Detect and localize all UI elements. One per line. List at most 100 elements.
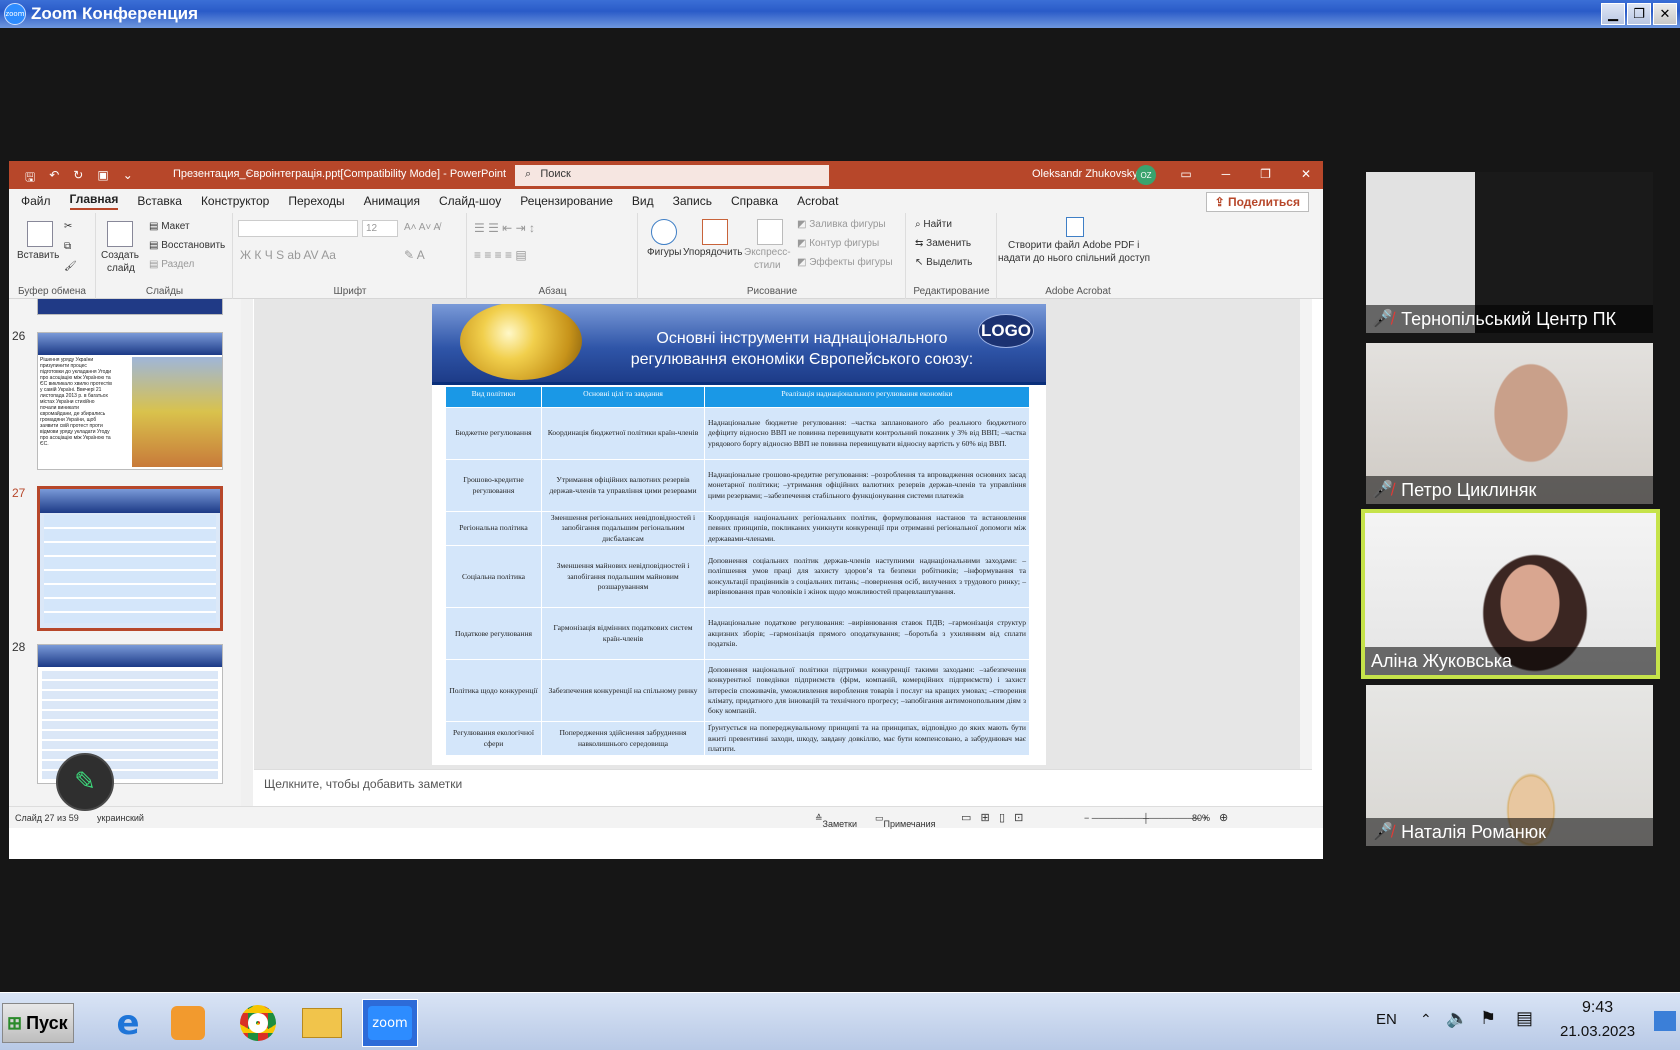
layout-button[interactable]: ▤ Макет [149,221,190,232]
tab-insert[interactable]: Вставка [137,194,182,208]
slide-title: Основні інструменти наднаціонального рег… [612,328,992,370]
restore-button[interactable]: ❐ [1627,3,1651,25]
select-button[interactable]: ↖ Выделить [915,257,972,268]
internet-explorer-icon[interactable]: e [100,999,156,1047]
font-color-icon[interactable]: ✎ A [404,248,425,262]
save-icon[interactable]: 🖫 [25,168,35,189]
start-button[interactable]: ⊞ Пуск [2,1003,74,1043]
participant-tile[interactable]: 🎤̸ Наталія Романюк [1366,685,1653,846]
taskbar: ⊞ Пуск e zoom EN ⌃ 🔈 ⚑ ▤ 9:43 21.03.2023 [0,992,1680,1050]
slide-thumbnail-26[interactable]: Рішення уряду України призупинити процес… [37,332,223,470]
file-explorer-icon[interactable] [294,999,350,1047]
zoom-taskbar-icon[interactable]: zoom [362,999,418,1047]
tab-acrobat[interactable]: Acrobat [797,194,838,208]
participant-tile[interactable]: 🎤̸ Тернопільський Центр ПК [1366,172,1653,333]
paste-button[interactable]: Вставить [17,250,59,261]
format-painter-icon[interactable]: 🖌 [64,261,77,272]
tab-transitions[interactable]: Переходы [288,194,344,208]
font-grow-icon[interactable]: A˄ A˅ A̸ [404,222,440,233]
tab-animations[interactable]: Анимация [364,194,420,208]
slide-banner: LOGO Основні інструменти наднаціональног… [432,304,1046,384]
muted-mic-icon: 🎤̸ [1372,480,1394,499]
participant-tile-active[interactable]: Аліна Жуковська [1361,509,1660,679]
table-header: Реалізація наднаціонального регулювання … [704,386,1030,408]
cut-icon[interactable]: ✂ [64,221,72,232]
search-input[interactable]: ⌕ Поиск [515,165,829,186]
find-button[interactable]: ⌕ Найти [915,219,952,230]
network-icon[interactable]: ▤ [1516,1008,1533,1029]
comments-button[interactable]: ▭ Примечания [875,813,935,829]
tab-help[interactable]: Справка [731,194,778,208]
tab-review[interactable]: Рецензирование [520,194,613,208]
redo-icon[interactable]: ↻ [73,168,83,189]
globe-image [460,304,582,380]
zoom-slider[interactable]: − ────────┼──────── + [1084,813,1208,823]
create-pdf-button[interactable]: Створити файл Adobe PDF і [1008,240,1139,251]
language-indicator[interactable]: украинский [97,813,144,823]
clock-date[interactable]: 21.03.2023 [1560,1023,1635,1040]
tab-design[interactable]: Конструктор [201,194,269,208]
media-player-icon[interactable] [160,999,216,1047]
tab-file[interactable]: Файл [21,194,51,208]
action-center-flag-icon[interactable]: ⚑ [1480,1008,1496,1029]
arrange-button[interactable]: Упорядочить [683,247,743,258]
slide-scrollbar[interactable] [1300,299,1312,769]
chrome-icon[interactable] [230,999,286,1047]
tab-home[interactable]: Главная [69,192,119,210]
new-slide-icon[interactable] [107,221,133,247]
thumbnail-text: Рішення уряду України призупинити процес… [40,357,112,447]
zoom-level[interactable]: 80% [1192,813,1210,823]
reset-button[interactable]: ▤ Восстановить [149,240,225,251]
shape-effects-button[interactable]: ◩ Эффекты фигуры [797,257,893,268]
ppt-restore-button[interactable]: ❐ [1260,167,1271,181]
close-button[interactable]: ✕ [1653,3,1677,25]
new-slide-button[interactable]: Создать [101,250,139,261]
participant-tile[interactable]: 🎤̸ Петро Циклиняк [1366,343,1653,504]
undo-icon[interactable]: ↶ [49,168,59,189]
list-icons[interactable]: ☰ ☰ ⇤ ⇥ ↕ [474,221,535,235]
quick-styles-button[interactable]: Экспресс- [744,247,791,258]
customize-icon[interactable]: ⌄ [123,168,133,189]
present-icon[interactable]: ▣ [97,168,108,189]
minimize-button[interactable]: ▁ [1601,3,1625,25]
notes-button[interactable]: ≙ Заметки [815,813,857,829]
thumbnails-scrollbar[interactable] [241,299,253,819]
slide-editor[interactable]: LOGO Основні інструменти наднаціональног… [254,299,1312,769]
language-indicator[interactable]: EN [1376,1011,1397,1028]
shapes-icon[interactable] [651,219,677,245]
notes-pane[interactable]: Щелкните, чтобы добавить заметки [254,769,1312,799]
tab-record[interactable]: Запись [673,194,712,208]
acrobat-pdf-icon[interactable] [1066,217,1084,237]
quick-styles-icon[interactable] [757,219,783,245]
volume-icon[interactable]: 🔈 [1446,1008,1468,1029]
tab-slideshow[interactable]: Слайд-шоу [439,194,501,208]
avatar[interactable]: OZ [1136,165,1156,185]
fit-slide-icon[interactable]: ⊕ [1219,811,1228,824]
view-buttons[interactable]: ▭ ⊞ ▯ ⊡ [961,811,1023,824]
ppt-minimize-button[interactable]: ─ [1222,167,1231,181]
align-icons[interactable]: ≡ ≡ ≡ ≡ ▤ [474,248,527,262]
clock-time[interactable]: 9:43 [1582,999,1613,1017]
replace-button[interactable]: ⇆ Заменить [915,238,971,249]
ppt-close-button[interactable]: ✕ [1301,167,1311,181]
shapes-button[interactable]: Фигуры [647,247,681,258]
show-desktop-icon[interactable] [1654,1011,1676,1031]
shape-outline-button[interactable]: ◩ Контур фигуры [797,238,879,249]
share-button[interactable]: ⇪ Поделиться [1205,192,1309,212]
group-label: Шрифт [333,286,367,297]
tab-view[interactable]: Вид [632,194,654,208]
font-size-select[interactable]: 12 [362,220,398,237]
font-style-icons[interactable]: Ж К Ч S ab AV Aa [240,248,336,262]
ribbon-display-icon[interactable]: ▭ [1180,167,1191,181]
slide-thumbnail-25[interactable] [37,299,223,315]
font-name-select[interactable] [238,220,358,237]
section-button[interactable]: ▤ Раздел [149,259,194,270]
paste-icon[interactable] [27,221,53,247]
slide-thumbnail-27[interactable] [37,486,223,631]
annotate-pen-button[interactable]: ✎ [56,753,114,811]
copy-icon[interactable]: ⧉ [64,241,71,252]
arrange-icon[interactable] [702,219,728,245]
current-slide[interactable]: LOGO Основні інструменти наднаціональног… [432,304,1046,765]
shape-fill-button[interactable]: ◩ Заливка фигуры [797,219,886,230]
tray-expand-icon[interactable]: ⌃ [1420,1011,1432,1028]
